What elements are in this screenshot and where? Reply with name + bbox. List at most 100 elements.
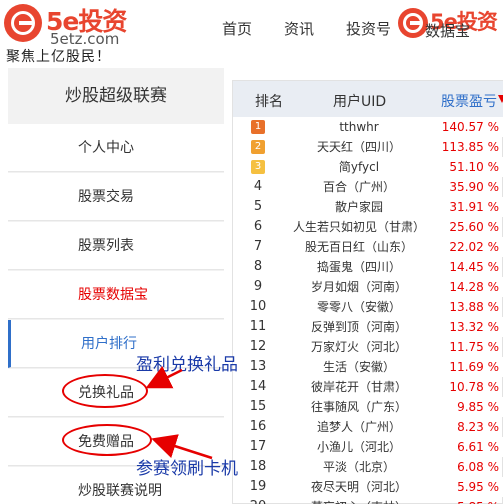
uid-cell[interactable]: 捣蛋鬼（四川）: [279, 257, 439, 277]
table-row[interactable]: 4 百合（广州） 35.90 %: [233, 177, 503, 197]
uid-cell[interactable]: 百合（广州）: [279, 177, 439, 197]
table-row[interactable]: 20 莫忘初心（吉林）5.85 %: [233, 497, 503, 504]
rank-badge: 2: [251, 140, 265, 154]
rank-cell: 4: [253, 179, 263, 194]
sort-desc-icon[interactable]: [498, 95, 503, 103]
uid-cell[interactable]: 生活（安徽）: [279, 357, 439, 377]
rank-cell: 10: [249, 299, 267, 314]
uid-cell[interactable]: 反弹到顶（河南）: [279, 317, 439, 337]
column-header-gain[interactable]: 股票盈亏: [441, 91, 497, 111]
gain-cell: 140.57 %: [441, 120, 499, 134]
gain-cell: 6.61 %: [457, 440, 499, 454]
table-row[interactable]: 11 反弹到顶（河南） 13.32 %: [233, 317, 503, 337]
gain-cell: 5.95 %: [457, 480, 499, 494]
highlight-ellipse-free: [62, 424, 152, 456]
gain-cell: 6.08 %: [457, 460, 499, 474]
rank-cell: 14: [249, 379, 267, 394]
uid-cell[interactable]: 往事随风（广东）: [279, 397, 439, 417]
table-row[interactable]: 12 万家灯火（河北） 11.75 %: [233, 337, 503, 357]
table-row[interactable]: 13 生活（安徽） 11.69 %: [233, 357, 503, 377]
uid-cell[interactable]: 零零八（安徽）: [279, 297, 439, 317]
uid-cell[interactable]: 彼岸花开（甘肃）: [279, 377, 439, 397]
uid-cell[interactable]: 简yfycl: [279, 157, 439, 177]
rank-cell: 6: [253, 219, 263, 234]
column-header-rank: 排名: [255, 94, 283, 110]
rank-cell: 5: [253, 199, 263, 214]
logo-mark-icon: [4, 4, 42, 42]
gain-cell: 11.75 %: [449, 340, 499, 354]
table-row[interactable]: 2 天天红（四川） 113.85 %: [233, 137, 503, 157]
column-header-uid: 用户UID: [333, 94, 387, 110]
nav-home[interactable]: 首页: [222, 18, 252, 39]
table-row[interactable]: 8 捣蛋鬼（四川） 14.45 %: [233, 257, 503, 277]
table-header: 排名 用户UID 股票盈亏: [233, 81, 503, 117]
gain-cell: 10.78 %: [449, 380, 499, 394]
data-treasure-logo[interactable]: 5e投资 数据宝: [398, 2, 503, 42]
rank-cell: 16: [249, 419, 267, 434]
table-row[interactable]: 14 彼岸花开（甘肃） 10.78 %: [233, 377, 503, 397]
gain-cell: 31.91 %: [449, 200, 499, 214]
gain-cell: 9.85 %: [457, 400, 499, 414]
table-row[interactable]: 1 tthwhr 140.57 %: [233, 117, 503, 137]
table-row[interactable]: 18 平淡（北京） 6.08 %: [233, 457, 503, 477]
rank-cell: 7: [253, 239, 263, 254]
table-row[interactable]: 3 简yfycl 51.10 %: [233, 157, 503, 177]
uid-cell[interactable]: 莫忘初心（吉林）: [279, 497, 439, 504]
ranking-table: 排名 用户UID 股票盈亏 1 tthwhr 140.57 % 2 天天红（四川） 113…: [232, 80, 503, 504]
sidebar-item-stock-list[interactable]: 股票列表: [8, 222, 224, 270]
rank-cell: 13: [249, 359, 267, 374]
gain-cell: 35.90 %: [449, 180, 499, 194]
logo2-text: 数据宝: [425, 22, 471, 40]
rank-cell: 12: [249, 339, 267, 354]
gain-cell: 13.32 %: [449, 320, 499, 334]
rank-cell: 18: [249, 459, 267, 474]
gain-cell: 11.69 %: [449, 360, 499, 374]
rank-badge: 3: [251, 160, 265, 174]
rank-cell: 19: [249, 479, 267, 494]
table-row[interactable]: 19 夜尽天明（河北） 5.95 %: [233, 477, 503, 497]
gain-cell: 13.88 %: [449, 300, 499, 314]
uid-cell[interactable]: 万家灯火（河北）: [279, 337, 439, 357]
rank-cell: 11: [249, 319, 267, 334]
site-slogan: 聚焦上亿股民！: [6, 49, 111, 65]
sidebar-item-personal-center[interactable]: 个人中心: [8, 124, 224, 172]
gain-cell: 22.02 %: [449, 240, 499, 254]
gain-cell: 14.28 %: [449, 280, 499, 294]
uid-cell[interactable]: 平淡（北京）: [279, 457, 439, 477]
uid-cell[interactable]: 天天红（四川）: [279, 137, 439, 157]
gain-cell: 14.45 %: [449, 260, 499, 274]
uid-cell[interactable]: 股无百日红（山东）: [279, 237, 439, 257]
logo-mark-icon: [398, 8, 428, 38]
site-logo[interactable]: 5e投资 5etz.com: [4, 2, 164, 48]
annotation-register: 参赛领刷卡机: [136, 459, 238, 479]
rank-cell: 8: [253, 259, 263, 274]
table-row[interactable]: 9 岁月如烟（河南） 14.28 %: [233, 277, 503, 297]
site-header: 5e投资 5etz.com 聚焦上亿股民！ 首页 资讯 投资号 5e投资 数据宝: [0, 0, 503, 68]
table-row[interactable]: 16 追梦人（广州） 8.23 %: [233, 417, 503, 437]
uid-cell[interactable]: 人生若只如初见（甘肃）: [279, 217, 439, 237]
gain-cell: 25.60 %: [449, 220, 499, 234]
table-row[interactable]: 17 小渔儿（河北） 6.61 %: [233, 437, 503, 457]
table-row[interactable]: 6 人生若只如初见（甘肃） 25.60 %: [233, 217, 503, 237]
sidebar-item-stock-trading[interactable]: 股票交易: [8, 173, 224, 221]
uid-cell[interactable]: 散户家园: [279, 197, 439, 217]
uid-cell[interactable]: tthwhr: [279, 117, 439, 137]
gain-cell: 5.85 %: [433, 497, 499, 504]
table-row[interactable]: 5 散户家园 31.91 %: [233, 197, 503, 217]
table-row[interactable]: 7 股无百日红（山东） 22.02 %: [233, 237, 503, 257]
gain-cell: 113.85 %: [441, 140, 499, 154]
rank-cell: 9: [253, 279, 263, 294]
rank-cell: 17: [249, 439, 267, 454]
rank-cell: 15: [249, 399, 267, 414]
uid-cell[interactable]: 夜尽天明（河北）: [279, 477, 439, 497]
nav-invest-account[interactable]: 投资号: [346, 18, 391, 39]
gain-cell: 51.10 %: [449, 160, 499, 174]
annotation-redeem: 盈利兑换礼品: [136, 355, 238, 375]
nav-news[interactable]: 资讯: [284, 18, 314, 39]
uid-cell[interactable]: 岁月如烟（河南）: [279, 277, 439, 297]
sidebar-item-stock-data[interactable]: 股票数据宝: [8, 271, 224, 319]
table-row[interactable]: 10 零零八（安徽） 13.88 %: [233, 297, 503, 317]
table-row[interactable]: 15 往事随风（广东） 9.85 %: [233, 397, 503, 417]
uid-cell[interactable]: 小渔儿（河北）: [279, 437, 439, 457]
uid-cell[interactable]: 追梦人（广州）: [279, 417, 439, 437]
